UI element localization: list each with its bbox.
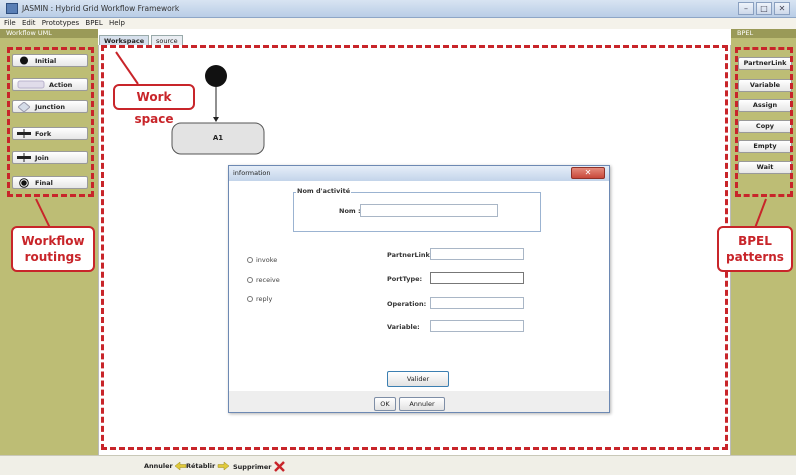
status-bar: Annuler Rétablir Supprimer <box>0 455 796 475</box>
partnerlink-label: PartnerLink: <box>387 251 433 259</box>
operation-label: Operation: <box>387 300 427 308</box>
radio-circle-icon <box>247 277 253 283</box>
porttype-input[interactable] <box>430 272 524 284</box>
nom-label: Nom : <box>339 207 361 215</box>
radio-circle-icon <box>247 296 253 302</box>
delete-button[interactable]: Supprimer <box>233 461 286 472</box>
dialog-close-button[interactable]: ✕ <box>571 167 605 179</box>
callout-workspace: Work space <box>113 84 195 126</box>
variable-label: Variable: <box>387 323 420 331</box>
operation-input[interactable] <box>430 297 524 309</box>
radio-receive[interactable]: receive <box>247 276 280 284</box>
dialog-title: information <box>229 166 609 181</box>
valider-button[interactable]: Valider <box>387 371 449 387</box>
redo-arrow-icon <box>217 461 230 471</box>
undo-button[interactable]: Annuler <box>144 461 187 471</box>
radio-invoke[interactable]: invoke <box>247 256 277 264</box>
callout-bpel-patterns: BPEL patterns <box>717 226 793 272</box>
partnerlink-input[interactable] <box>430 248 524 260</box>
delete-x-icon <box>274 461 286 472</box>
variable-input[interactable] <box>430 320 524 332</box>
radio-circle-icon <box>247 257 253 263</box>
group-title: Nom d'activité <box>296 187 352 195</box>
dialog-body: Nom d'activité Nom : invoke receive repl… <box>229 181 609 391</box>
annuler-button[interactable]: Annuler <box>399 397 445 411</box>
redo-button[interactable]: Rétablir <box>186 461 230 471</box>
information-dialog: information ✕ Nom d'activité Nom : invok… <box>228 165 610 413</box>
undo-arrow-icon <box>174 461 187 471</box>
porttype-label: PortType: <box>387 275 423 283</box>
callout-workflow-routings: Workflow routings <box>11 226 95 272</box>
radio-reply[interactable]: reply <box>247 295 272 303</box>
nom-input[interactable] <box>360 204 498 217</box>
ok-button[interactable]: OK <box>374 397 396 411</box>
